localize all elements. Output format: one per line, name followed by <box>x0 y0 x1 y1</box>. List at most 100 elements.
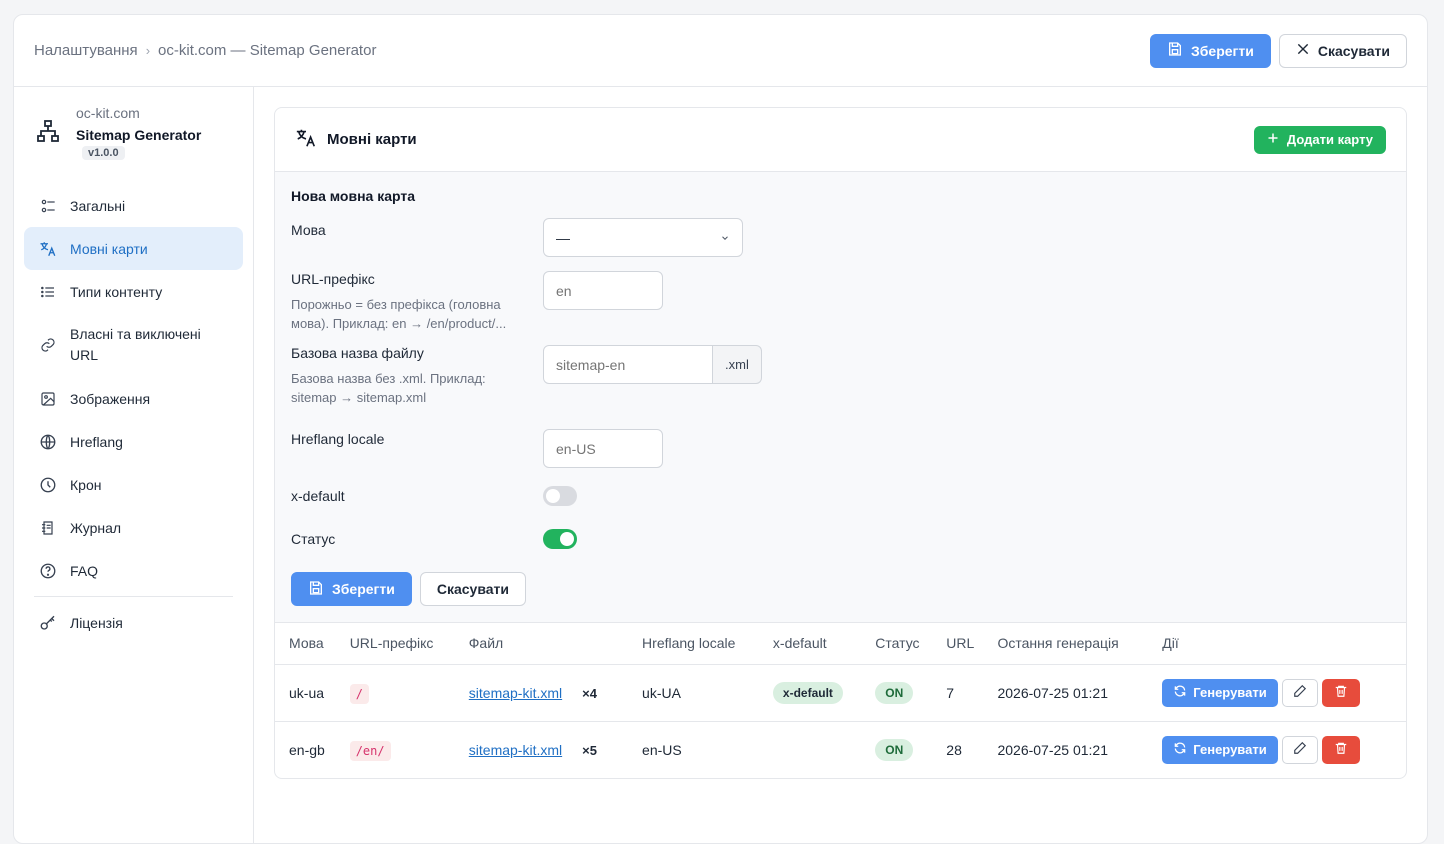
new-map-form: Нова мовна карта Мова — URL-префікс Поро… <box>275 172 1406 623</box>
plus-icon <box>1267 132 1279 147</box>
app-window: Налаштування › oc-kit.com — Sitemap Gene… <box>13 14 1428 844</box>
language-select-value: — <box>556 229 570 246</box>
language-maps-table: Мова URL-префікс Файл Hreflang locale x-… <box>275 623 1406 778</box>
version-badge: v1.0.0 <box>82 146 125 160</box>
sidebar: oc-kit.com Sitemap Generator v1.0.0 Зага… <box>14 87 254 843</box>
pencil-icon <box>1293 741 1307 758</box>
card-title: Мовні карти <box>327 131 417 148</box>
sidebar-item-journal[interactable]: Журнал <box>24 506 243 549</box>
form-save-label: Зберегти <box>332 581 395 597</box>
sidebar-item-label: Ліцензія <box>70 614 123 631</box>
top-bar: Налаштування › oc-kit.com — Sitemap Gene… <box>14 15 1427 87</box>
trash-icon <box>1334 741 1348 758</box>
file-base-input[interactable] <box>543 345 713 384</box>
sidebar-item-cron[interactable]: Крон <box>24 463 243 506</box>
save-button[interactable]: Зберегти <box>1150 33 1271 68</box>
add-map-button[interactable]: Додати карту <box>1253 125 1386 154</box>
image-icon <box>38 389 58 409</box>
language-label: Мова <box>291 222 326 238</box>
url-prefix-code: /en/ <box>349 740 391 761</box>
delete-button[interactable] <box>1321 735 1360 764</box>
sidebar-item-language-maps[interactable]: Мовні карти <box>24 227 243 270</box>
language-select[interactable]: — <box>543 218 743 257</box>
sidebar-item-content-types[interactable]: Типи контенту <box>24 270 243 313</box>
edit-button[interactable] <box>1281 678 1318 707</box>
generate-button[interactable]: Генерувати <box>1162 735 1278 764</box>
status-badge: ON <box>875 738 914 761</box>
sidebar-divider <box>34 596 233 597</box>
cell-lang: en-gb <box>289 741 325 758</box>
file-base-label: Базова назва файлу <box>291 345 424 361</box>
table-header-row: Мова URL-префікс Файл Hreflang locale x-… <box>275 623 1406 665</box>
save-button-label: Зберегти <box>1191 42 1254 59</box>
generate-label: Генерувати <box>1193 685 1267 700</box>
url-prefix-help: Порожньо = без префікса (головна мова). … <box>291 297 507 331</box>
refresh-icon <box>1173 741 1187 758</box>
file-count: ×4 <box>582 685 597 701</box>
sidebar-item-label: FAQ <box>70 562 99 579</box>
add-map-button-label: Додати карту <box>1286 132 1373 147</box>
brand-domain: oc-kit.com <box>76 105 140 121</box>
sidebar-item-images[interactable]: Зображення <box>24 377 243 420</box>
sitemap-file-link[interactable]: sitemap-kit.xml <box>469 685 562 701</box>
sitemap-file-link[interactable]: sitemap-kit.xml <box>469 742 562 758</box>
generate-label: Генерувати <box>1193 742 1267 758</box>
sidebar-item-hreflang[interactable]: Hreflang <box>24 420 243 463</box>
language-maps-card: Мовні карти Додати карту Нова мовна карт… <box>274 107 1407 779</box>
key-icon <box>38 613 58 633</box>
save-icon <box>308 580 324 599</box>
url-prefix-code: / <box>349 683 369 704</box>
column-header: x-default <box>758 623 862 665</box>
sidebar-item-custom-urls[interactable]: Власні та виключені URL <box>24 313 243 377</box>
breadcrumb-current: oc-kit.com — Sitemap Generator <box>158 42 377 59</box>
save-icon <box>1167 41 1183 60</box>
edit-button[interactable] <box>1281 735 1318 764</box>
form-cancel-button[interactable]: Скасувати <box>419 572 526 606</box>
cell-url-count: 7 <box>932 664 984 722</box>
sidebar-item-label: Мовні карти <box>70 240 148 257</box>
column-header: Файл <box>454 623 629 665</box>
file-extension-addon: .xml <box>713 345 762 384</box>
sidebar-item-license[interactable]: Ліцензія <box>24 601 243 644</box>
cell-last-generation: 2026-07-25 01:21 <box>983 664 1149 722</box>
sidebar-item-label: Журнал <box>70 519 122 536</box>
delete-button[interactable] <box>1321 678 1360 707</box>
status-toggle[interactable] <box>543 529 577 549</box>
x-default-label: x-default <box>291 488 345 504</box>
breadcrumb-root[interactable]: Налаштування <box>34 42 138 59</box>
sidebar-item-general[interactable]: Загальні <box>24 184 243 227</box>
sidebar-item-label: Зображення <box>70 390 151 407</box>
refresh-icon <box>1173 684 1187 701</box>
translate-icon <box>38 239 58 259</box>
column-header: URL <box>932 623 984 665</box>
file-base-help: Базова назва без .xml. Приклад: sitemap … <box>291 371 486 405</box>
cell-url-count: 28 <box>946 741 962 758</box>
x-default-toggle[interactable] <box>543 486 577 506</box>
chevron-down-icon <box>720 230 730 246</box>
hreflang-input[interactable] <box>543 429 663 468</box>
cell-hreflang: uk-UA <box>628 664 759 722</box>
sidebar-item-label: Власні та виключені URL <box>70 326 201 363</box>
url-prefix-label: URL-префікс <box>291 271 375 287</box>
sidebar-item-label: Hreflang <box>70 433 123 450</box>
close-icon <box>1296 42 1310 59</box>
trash-icon <box>1334 684 1348 701</box>
sidebar-item-faq[interactable]: FAQ <box>24 549 243 592</box>
pencil-icon <box>1293 684 1307 701</box>
column-header: Статус <box>861 623 933 665</box>
cancel-button[interactable]: Скасувати <box>1278 33 1407 68</box>
column-header: URL-префікс <box>335 623 455 665</box>
column-header: Мова <box>275 623 336 665</box>
status-badge: ON <box>875 681 914 704</box>
cell-last-generation: 2026-07-25 01:21 <box>997 741 1109 758</box>
cancel-button-label: Скасувати <box>1317 42 1390 59</box>
form-save-button[interactable]: Зберегти <box>291 572 412 606</box>
cell-lang: uk-ua <box>275 664 336 722</box>
generate-button[interactable]: Генерувати <box>1162 678 1278 707</box>
url-prefix-input[interactable] <box>543 271 663 310</box>
sitemap-icon <box>36 119 60 146</box>
breadcrumb-separator: › <box>145 43 151 58</box>
form-title: Нова мовна карта <box>291 188 416 204</box>
x-default-badge: x-default <box>772 681 843 704</box>
main-content: Мовні карти Додати карту Нова мовна карт… <box>254 87 1427 843</box>
